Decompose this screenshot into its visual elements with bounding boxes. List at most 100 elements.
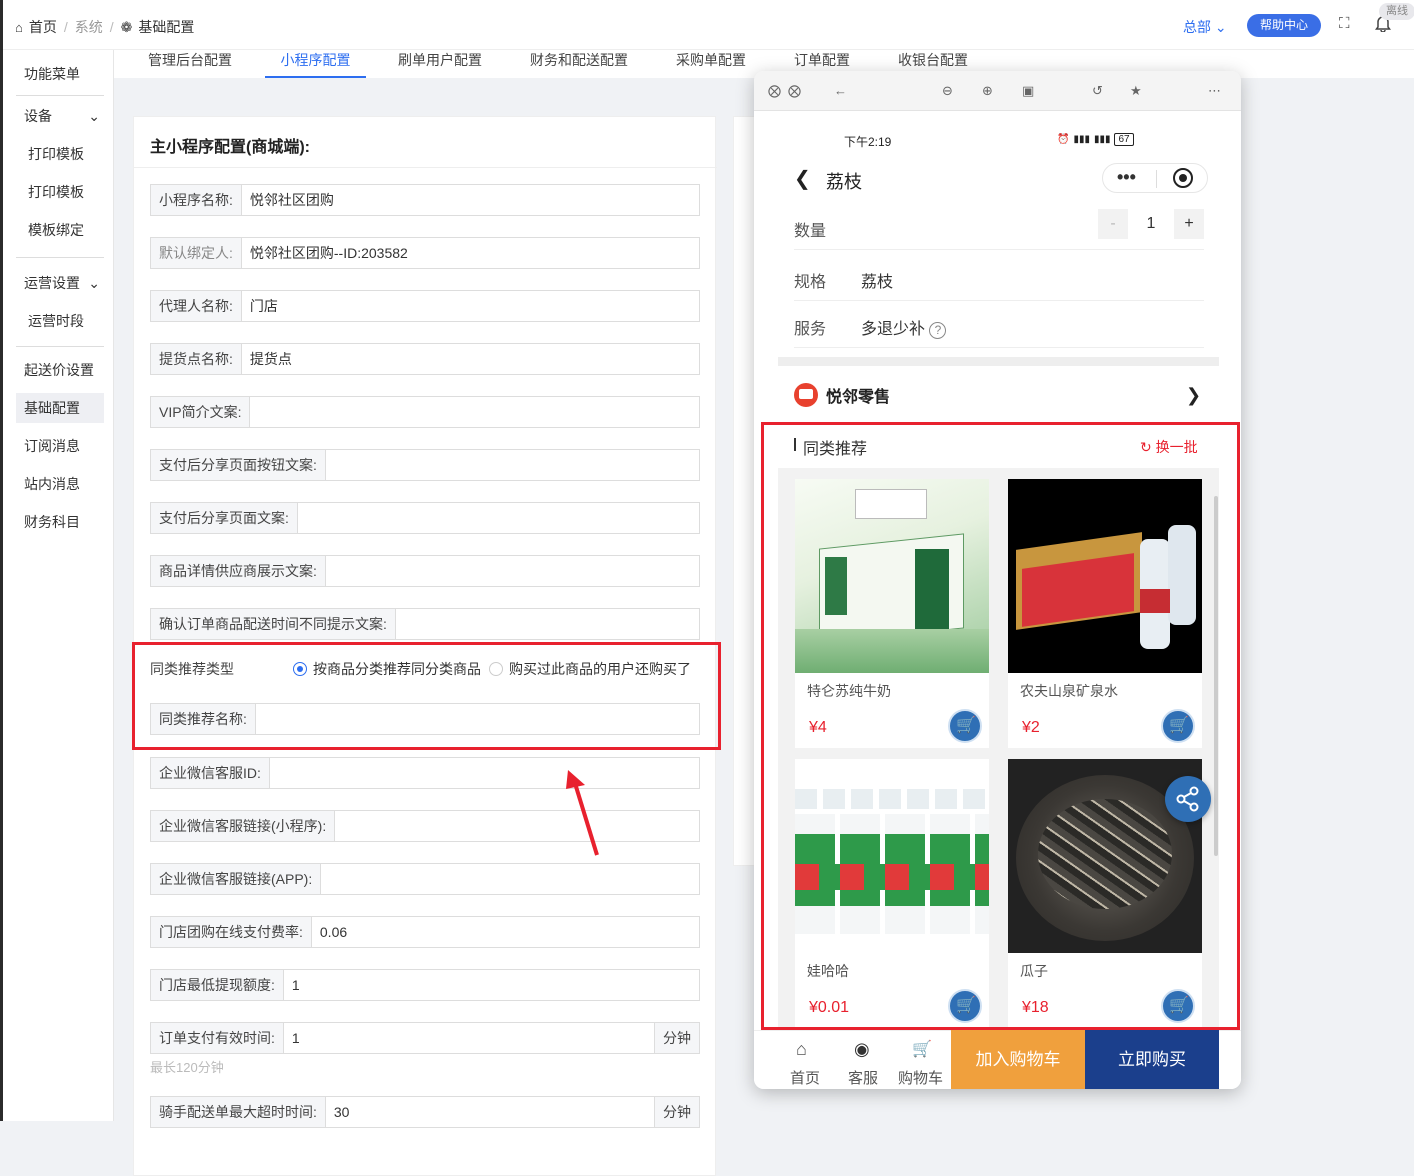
divider bbox=[778, 357, 1219, 366]
tab-purchase-config[interactable]: 采购单配置 bbox=[676, 50, 746, 78]
sidebar-item-min-delivery[interactable]: 起送价设置 bbox=[16, 355, 104, 385]
tab-finance-delivery-config[interactable]: 财务和配送配置 bbox=[530, 50, 628, 78]
shop-logo-icon bbox=[794, 383, 818, 407]
page-title: 荔枝 bbox=[826, 172, 862, 192]
question-icon[interactable]: ? bbox=[929, 322, 947, 339]
spec-value: 荔枝 bbox=[861, 274, 894, 291]
alarm-icon: ⏰ bbox=[1057, 134, 1070, 145]
sidebar-item-inbox[interactable]: 站内消息 bbox=[16, 469, 104, 499]
rotate-icon[interactable]: ↺ bbox=[1092, 83, 1103, 99]
spec-row[interactable]: 规格 荔枝 bbox=[794, 255, 1204, 301]
breadcrumb-current: 基础配置 bbox=[138, 19, 195, 35]
nav-home[interactable]: 首页 bbox=[790, 1067, 820, 1088]
service-label: 服务 bbox=[794, 321, 827, 338]
simulator-toolbar: ⨂ ⨂ ← ⊖ ⊕ ▣ ↺ ★ ⋯ bbox=[754, 71, 1241, 111]
quantity-value[interactable]: 1 bbox=[1128, 209, 1174, 239]
supplier-text-field[interactable]: 商品详情供应商展示文案: bbox=[150, 555, 700, 587]
fullscreen-icon[interactable]: ⛶ bbox=[1339, 15, 1350, 32]
miniapp-name-field[interactable]: 小程序名称: 悦邻社区团购 bbox=[150, 184, 700, 216]
divider bbox=[16, 95, 104, 96]
signal-icon-2: ▮▮▮ bbox=[1093, 134, 1111, 145]
add-to-cart-button[interactable]: 加入购物车 bbox=[951, 1030, 1085, 1089]
nav-service[interactable]: 客服 bbox=[848, 1067, 878, 1088]
shop-name: 悦邻零售 bbox=[826, 389, 891, 406]
payment-fee-rate-field[interactable]: 门店团购在线支付费率: 0.06 bbox=[150, 916, 700, 948]
sidebar-item-basic-config[interactable]: 基础配置 bbox=[16, 393, 104, 423]
breadcrumb: ⌂ 首页 / 系统 / ❁ 基础配置 bbox=[15, 17, 195, 37]
minimize-icon[interactable]: ⨂ bbox=[788, 83, 801, 99]
chevron-down-icon: ⌄ bbox=[1214, 19, 1227, 35]
divider bbox=[16, 257, 104, 258]
pickup-name-field[interactable]: 提货点名称: 提货点 bbox=[150, 343, 700, 375]
service-value: 多退少补 ? bbox=[861, 315, 947, 339]
shop-row[interactable]: 悦邻零售 bbox=[794, 383, 890, 407]
sidebar-item-operation-hours[interactable]: 运营时段 bbox=[16, 306, 104, 336]
payment-time-hint: 最长120分钟 bbox=[150, 1060, 224, 1075]
default-binder-field[interactable]: 默认绑定人: 悦邻社区团购--ID:203582 bbox=[150, 237, 700, 269]
status-time: 下午2:19 bbox=[844, 135, 892, 149]
divider bbox=[134, 167, 717, 168]
more-icon[interactable]: ⋯ bbox=[1208, 83, 1221, 99]
customer-service-icon[interactable]: ◉ bbox=[854, 1039, 870, 1060]
menu-dots-icon[interactable]: ••• bbox=[1117, 167, 1136, 188]
home-icon[interactable]: ⌂ bbox=[15, 20, 23, 35]
sidebar-item-print-template-2[interactable]: 打印模板 bbox=[16, 177, 104, 207]
nav-cart[interactable]: 购物车 bbox=[898, 1067, 943, 1088]
tab-brush-user-config[interactable]: 刷单用户配置 bbox=[398, 50, 482, 78]
wecom-link-miniapp-field[interactable]: 企业微信客服链接(小程序): bbox=[150, 810, 700, 842]
chevron-down-icon: ⌄ bbox=[88, 108, 100, 124]
sidebar: 功能菜单 设备 ⌄ 打印模板 打印模板 模板绑定 运营设置 ⌄ 运营时段 起送价设置… bbox=[3, 50, 114, 1121]
sidebar-item-device[interactable]: 设备 ⌄ bbox=[16, 101, 104, 131]
zoom-in-icon[interactable]: ⊕ bbox=[982, 83, 993, 99]
close-icon[interactable]: ⨂ bbox=[768, 83, 781, 99]
help-center-button[interactable]: 帮助中心 bbox=[1247, 14, 1321, 37]
pin-icon[interactable]: ★ bbox=[1130, 83, 1142, 99]
sidebar-item-subscription[interactable]: 订阅消息 bbox=[16, 431, 104, 461]
breadcrumb-home[interactable]: 首页 bbox=[29, 17, 57, 37]
branch-dropdown[interactable]: 总部 ⌄ bbox=[1183, 17, 1227, 37]
agent-name-field[interactable]: 代理人名称: 门店 bbox=[150, 290, 700, 322]
highlight-box bbox=[132, 642, 721, 750]
min-withdraw-field[interactable]: 门店最低提现额度: 1 bbox=[150, 969, 700, 1001]
sidebar-item-operation-settings[interactable]: 运营设置 ⌄ bbox=[16, 268, 104, 298]
status-badge: 离线 bbox=[1379, 3, 1414, 20]
cart-icon[interactable]: 🛒 bbox=[912, 1039, 932, 1059]
service-row[interactable]: 服务 多退少补 ? bbox=[794, 302, 1204, 348]
sidebar-item-function-menu[interactable]: 功能菜单 bbox=[16, 59, 104, 89]
quantity-label: 数量 bbox=[794, 223, 827, 240]
signal-icons: ⏰ ▮▮▮ ▮▮▮ 67 bbox=[1057, 133, 1134, 146]
plus-button[interactable]: + bbox=[1174, 209, 1204, 239]
back-arrow-icon[interactable]: ← bbox=[834, 83, 847, 98]
home-icon[interactable]: ⌂ bbox=[796, 1039, 807, 1060]
sidebar-item-print-template[interactable]: 打印模板 bbox=[16, 139, 104, 169]
breadcrumb-system[interactable]: 系统 bbox=[75, 17, 103, 37]
panel-title: 主小程序配置(商城端): bbox=[150, 139, 310, 156]
wecom-service-id-field[interactable]: 企业微信客服ID: bbox=[150, 757, 700, 789]
share-page-text-field[interactable]: 支付后分享页面文案: bbox=[150, 502, 700, 534]
battery-icon: 67 bbox=[1114, 133, 1134, 146]
close-miniapp-icon[interactable] bbox=[1173, 168, 1193, 188]
rider-timeout-field[interactable]: 骑手配送单最大超时时间: 30 分钟 bbox=[150, 1096, 700, 1128]
chevron-down-icon: ⌄ bbox=[88, 275, 100, 291]
back-icon[interactable]: ❮ bbox=[794, 166, 811, 191]
zoom-out-icon[interactable]: ⊖ bbox=[942, 83, 953, 99]
fit-screen-icon[interactable]: ▣ bbox=[1022, 83, 1034, 99]
wecom-link-app-field[interactable]: 企业微信客服链接(APP): bbox=[150, 863, 700, 895]
share-button-text-field[interactable]: 支付后分享页面按钮文案: bbox=[150, 449, 700, 481]
payment-valid-time-field[interactable]: 订单支付有效时间: 1 分钟 bbox=[150, 1022, 700, 1054]
sidebar-item-finance[interactable]: 财务科目 bbox=[16, 507, 104, 537]
sidebar-item-template-binding[interactable]: 模板绑定 bbox=[16, 215, 104, 245]
chevron-right-icon[interactable]: ❯ bbox=[1186, 385, 1201, 406]
minus-button[interactable]: - bbox=[1098, 209, 1128, 239]
quantity-stepper[interactable]: - 1 + bbox=[1098, 209, 1204, 239]
tab-miniapp-config[interactable]: 小程序配置 bbox=[265, 50, 366, 78]
miniapp-capsule: ••• bbox=[1102, 163, 1208, 193]
red-arrow bbox=[566, 770, 599, 856]
top-bar: ⌂ 首页 / 系统 / ❁ 基础配置 总部 ⌄ 帮助中心 ⛶ 离线 bbox=[3, 0, 1414, 50]
delivery-time-hint-field[interactable]: 确认订单商品配送时间不同提示文案: bbox=[150, 608, 700, 640]
divider bbox=[16, 346, 104, 347]
buy-now-button[interactable]: 立即购买 bbox=[1085, 1030, 1219, 1089]
highlight-box bbox=[761, 422, 1240, 1030]
tab-admin-config[interactable]: 管理后台配置 bbox=[148, 50, 232, 78]
vip-intro-field[interactable]: VIP简介文案: bbox=[150, 396, 700, 428]
